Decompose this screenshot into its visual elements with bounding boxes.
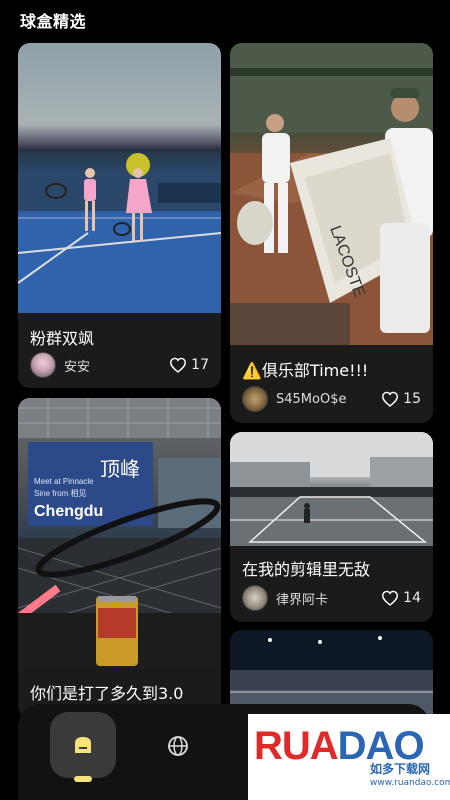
- heart-icon: [382, 391, 399, 407]
- like-count: 15: [403, 391, 421, 407]
- nav-home-button[interactable]: [50, 712, 116, 778]
- post-title: ⚠️俱乐部Time!!!: [242, 361, 369, 380]
- like-button[interactable]: 17: [169, 357, 209, 373]
- banner-city: Chengdu: [34, 503, 103, 520]
- watermark-subtitle: 如多下载网: [370, 762, 431, 776]
- post-title: 粉群双飒: [30, 329, 95, 348]
- avatar[interactable]: [30, 352, 56, 378]
- post-title: 你们是打了多久到3.0: [30, 684, 184, 703]
- post-image: [230, 432, 433, 546]
- post-card[interactable]: LACOSTE ⚠️俱乐部Time!!! S45MoO$e 15: [230, 43, 433, 423]
- home-icon: [75, 737, 91, 753]
- post-image: LACOSTE: [230, 43, 433, 345]
- avatar[interactable]: [242, 386, 268, 412]
- page-title: 球盒精选: [20, 12, 87, 31]
- post-card[interactable]: Meet at Pinnacle Sine from 相见 Chengdu 顶峰…: [18, 398, 221, 718]
- like-count: 17: [191, 357, 209, 373]
- banner-line: Meet at Pinnacle: [34, 477, 94, 486]
- heart-icon: [170, 357, 187, 373]
- banner-calligraphy: 顶峰: [100, 457, 140, 481]
- author-name[interactable]: 安安: [64, 356, 169, 375]
- watermark-url: www.ruandao.com: [370, 778, 450, 788]
- post-meta: 律界阿卡 14: [242, 585, 421, 611]
- tennis-players-image: LACOSTE: [230, 43, 433, 345]
- like-count: 14: [403, 590, 421, 606]
- like-button[interactable]: 15: [381, 391, 421, 407]
- avatar[interactable]: [242, 585, 268, 611]
- post-image: [18, 43, 221, 313]
- tennis-court-image: [18, 151, 221, 313]
- racket-and-drink-image: Meet at Pinnacle Sine from 相见 Chengdu 顶峰: [18, 398, 221, 668]
- watermark-logo: RUADAO 如多下载网 www.ruandao.com: [248, 714, 450, 800]
- post-image: Meet at Pinnacle Sine from 相见 Chengdu 顶峰: [18, 398, 221, 668]
- like-button[interactable]: 14: [381, 590, 421, 606]
- heart-icon: [382, 590, 399, 606]
- nav-explore-button[interactable]: [166, 734, 190, 758]
- author-name[interactable]: S45MoO$e: [276, 392, 381, 407]
- globe-icon: [168, 736, 188, 756]
- nav-home-indicator: [74, 776, 92, 782]
- post-meta: 安安 17: [30, 352, 209, 378]
- banner-line: Sine from 相见: [34, 488, 86, 498]
- post-card[interactable]: 粉群双飒 安安 17: [18, 43, 221, 388]
- author-name[interactable]: 律界阿卡: [276, 589, 381, 608]
- post-title: 在我的剪辑里无敌: [242, 560, 371, 579]
- post-card[interactable]: 在我的剪辑里无敌 律界阿卡 14: [230, 432, 433, 622]
- night-court-image: [230, 432, 433, 546]
- post-meta: S45MoO$e 15: [242, 386, 421, 412]
